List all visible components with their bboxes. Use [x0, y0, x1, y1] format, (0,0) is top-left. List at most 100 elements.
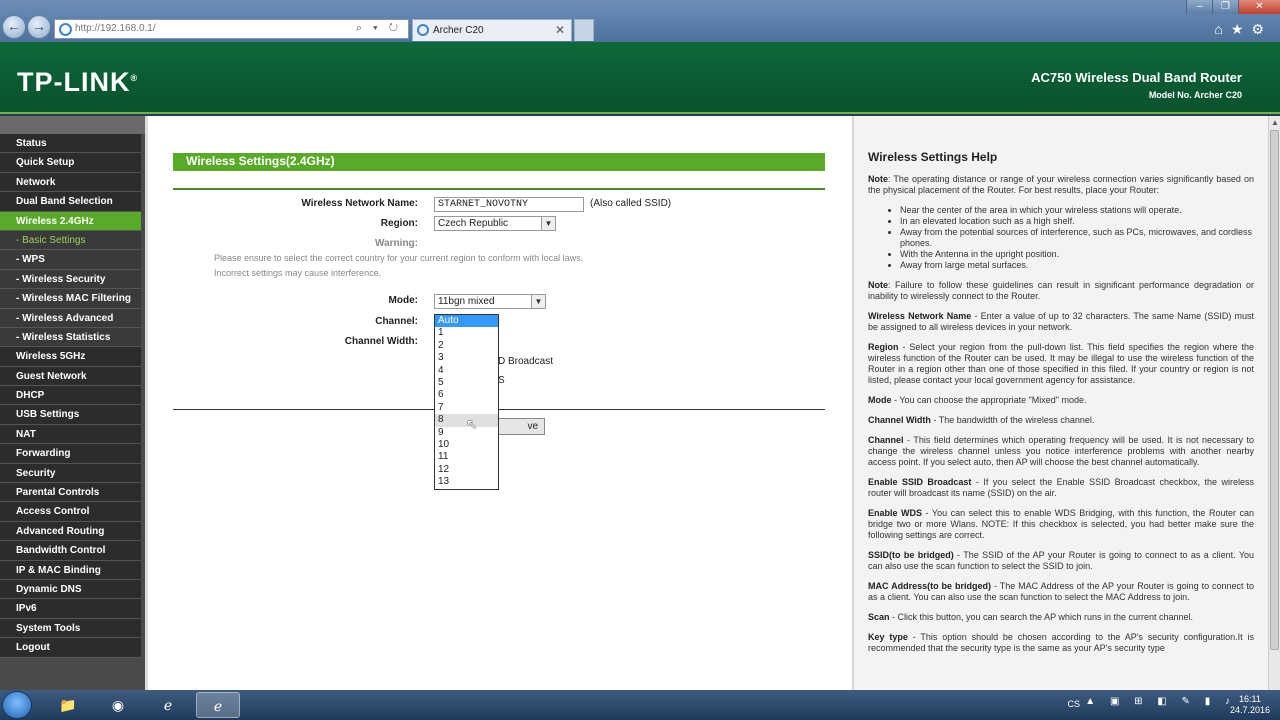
region-select[interactable]: Czech Republic ▼ [434, 216, 556, 231]
channel-option[interactable]: 11 [435, 451, 498, 463]
close-window-button[interactable]: ✕ [1238, 0, 1280, 14]
help-item: Enable WDS - You can select this to enab… [868, 508, 1254, 541]
browser-tools: ⌂★⚙ [1214, 21, 1272, 38]
back-button[interactable]: ← [2, 15, 26, 39]
sidebar-item-basic-settings[interactable]: - Basic Settings [0, 230, 141, 251]
language-indicator[interactable]: CS [1067, 699, 1080, 709]
sidebar-item-wireless-mac-filtering[interactable]: - Wireless MAC Filtering [0, 289, 141, 309]
product-info: AC750 Wireless Dual Band Router Model No… [1031, 70, 1242, 100]
sidebar-item-security[interactable]: Security [0, 463, 141, 484]
sidebar-item-dynamic-dns[interactable]: Dynamic DNS [0, 579, 141, 600]
new-tab-button[interactable] [574, 19, 594, 41]
channel-option[interactable]: 10 [435, 439, 498, 451]
help-bullet: Away from large metal surfaces. [900, 260, 1254, 271]
channel-dropdown[interactable]: Auto 1 2 3 4 5 6 7 8 9 10 11 12 13 [434, 314, 499, 490]
sidebar-item-dual-band-selection[interactable]: Dual Band Selection [0, 192, 141, 212]
sidebar-item-system-tools[interactable]: System Tools [0, 618, 141, 639]
channel-option[interactable]: 12 [435, 464, 498, 476]
sidebar-item-logout[interactable]: Logout [0, 638, 141, 658]
warning-line-1: Please ensure to select the correct coun… [214, 253, 584, 263]
sidebar-item-ip-mac-binding[interactable]: IP & MAC Binding [0, 560, 141, 580]
clock[interactable]: 16:11 24.7.2016 [1230, 694, 1270, 716]
system-tray[interactable]: ▲ ▣ ⊞ ◧ ✎ ▮ ♪ [1085, 696, 1236, 707]
sidebar-item-wireless-statistics[interactable]: - Wireless Statistics [0, 327, 141, 348]
channel-option[interactable]: 4 [435, 365, 498, 377]
divider-top [173, 188, 825, 190]
sidebar-item-dhcp[interactable]: DHCP [0, 386, 141, 406]
sidebar-item-status[interactable]: Status [0, 134, 141, 154]
ie-tab-icon [417, 24, 429, 36]
save-button[interactable]: ve [493, 418, 545, 435]
gear-icon[interactable]: ⚙ [1251, 21, 1272, 37]
minimize-button[interactable]: – [1186, 0, 1212, 14]
sidebar-item-forwarding[interactable]: Forwarding [0, 444, 141, 464]
ssid-input[interactable]: STARNET_NOVOTNY [434, 197, 584, 212]
sidebar-item-wireless-2-4ghz[interactable]: Wireless 2.4GHz [0, 211, 141, 231]
sidebar-item-access-control[interactable]: Access Control [0, 502, 141, 522]
section-title: Wireless Settings(2.4GHz) [173, 153, 825, 171]
browser-chrome: ← → http://192.168.0.1/ ⌕ ▾ ↻ Archer C20… [0, 0, 1280, 42]
sidebar-item-usb-settings[interactable]: USB Settings [0, 405, 141, 425]
menu-list: Status Quick Setup Network Dual Band Select… [0, 134, 145, 658]
help-term: Enable SSID Broadcast [868, 477, 972, 487]
address-bar[interactable]: http://192.168.0.1/ ⌕ ▾ ↻ [54, 19, 409, 39]
sidebar-item-ipv6[interactable]: IPv6 [0, 599, 141, 619]
forward-button[interactable]: → [27, 15, 51, 39]
sidebar-item-wireless-5ghz[interactable]: Wireless 5GHz [0, 347, 141, 367]
channel-option[interactable]: 3 [435, 352, 498, 364]
sidebar-item-wps[interactable]: - WPS [0, 250, 141, 270]
model-number: Model No. Archer C20 [1148, 90, 1242, 100]
channel-option[interactable]: 5 [435, 377, 498, 389]
browser-tab[interactable]: Archer C20 ✕ [412, 19, 572, 41]
main-content: Wireless Settings(2.4GHz) Wireless Netwo… [145, 116, 852, 690]
help-item: Enable SSID Broadcast - If you select th… [868, 477, 1254, 499]
sidebar-item-parental-controls[interactable]: Parental Controls [0, 483, 141, 503]
channel-option[interactable]: 6 [435, 389, 498, 401]
help-item: MAC Address(to be bridged) - The MAC Add… [868, 581, 1254, 603]
internet-explorer-active-icon[interactable]: ℯ [196, 692, 240, 718]
window-controls: – ❐ ✕ [1186, 0, 1280, 14]
ssid-hint: (Also called SSID) [590, 198, 672, 209]
help-term: Key type [868, 632, 908, 642]
search-refresh-icons[interactable]: ⌕ ▾ ↻ [356, 22, 402, 35]
sidebar-item-wireless-security[interactable]: - Wireless Security [0, 269, 141, 290]
sidebar-item-network[interactable]: Network [0, 172, 141, 193]
sidebar-item-bandwidth-control[interactable]: Bandwidth Control [0, 541, 141, 561]
channel-option[interactable]: 13 [435, 476, 498, 488]
sidebar-item-wireless-advanced[interactable]: - Wireless Advanced [0, 308, 141, 328]
channel-option[interactable]: 1 [435, 327, 498, 339]
channel-option[interactable]: 2 [435, 340, 498, 352]
sidebar-menu: Status Quick Setup Network Dual Band Select… [0, 116, 145, 690]
file-explorer-icon[interactable]: 📁 [46, 692, 90, 718]
start-button[interactable] [2, 691, 32, 719]
help-note-1: Note: The operating distance or range of… [868, 174, 1254, 195]
home-icon[interactable]: ⌂ [1214, 21, 1230, 37]
help-bullet: Near the center of the area in which you… [900, 205, 1254, 216]
help-scrollbar[interactable]: ▲ [1268, 116, 1280, 690]
help-desc: - This option should be chosen according… [868, 632, 1254, 653]
mode-select[interactable]: 11bgn mixed ▼ [434, 294, 546, 309]
clock-date: 24.7.2016 [1229, 705, 1270, 715]
help-term: Channel Width [868, 415, 931, 425]
sidebar-item-guest-network[interactable]: Guest Network [0, 366, 141, 387]
scroll-up-icon[interactable]: ▲ [1271, 118, 1279, 127]
sidebar-item-advanced-routing[interactable]: Advanced Routing [0, 521, 141, 542]
chevron-down-icon: ▼ [531, 295, 545, 308]
internet-explorer-icon[interactable]: ℯ [146, 692, 190, 718]
help-item: Channel Width - The bandwidth of the wir… [868, 415, 1254, 426]
channel-option[interactable]: 7 [435, 402, 498, 414]
sidebar-item-nat[interactable]: NAT [0, 424, 141, 445]
close-tab-icon[interactable]: ✕ [555, 23, 565, 37]
mode-value: 11bgn mixed [438, 296, 495, 307]
sidebar-item-quick-setup[interactable]: Quick Setup [0, 153, 141, 173]
chrome-icon[interactable]: ◉ [96, 692, 140, 718]
product-name: AC750 Wireless Dual Band Router [1031, 70, 1242, 85]
scrollbar-thumb[interactable] [1270, 130, 1279, 650]
help-item: Region - Select your region from the pul… [868, 342, 1254, 386]
maximize-button[interactable]: ❐ [1212, 0, 1238, 14]
favorites-icon[interactable]: ★ [1231, 21, 1252, 37]
warning-label: Warning: [375, 238, 418, 249]
channel-width-label: Channel Width: [344, 336, 418, 347]
channel-option[interactable]: Auto [435, 315, 498, 328]
help-term: SSID(to be bridged) [868, 550, 954, 560]
